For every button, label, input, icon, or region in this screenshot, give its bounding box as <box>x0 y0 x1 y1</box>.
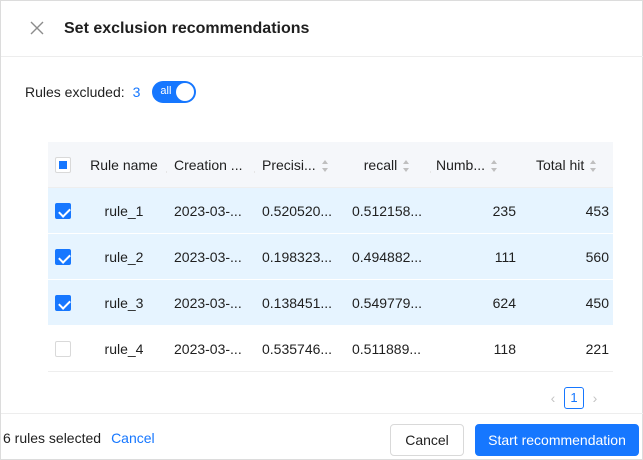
cell-rule-name: rule_1 <box>104 202 144 219</box>
table-row[interactable]: rule_1 2023-03-... 0.520520... 0.512158... 2… <box>48 188 613 234</box>
cell-recall: 0.512158... <box>352 202 423 219</box>
close-icon[interactable] <box>29 20 47 38</box>
table-header: Rule name Creation ... Precisi... recall… <box>48 142 613 188</box>
sort-icon[interactable] <box>491 159 498 172</box>
clear-selection-link[interactable]: Cancel <box>111 430 155 446</box>
sort-icon[interactable] <box>321 159 329 172</box>
selection-summary: 6 rules selected Cancel <box>3 430 155 446</box>
table-row[interactable]: rule_2 2023-03-... 0.198323... 0.494882... 1… <box>48 234 613 280</box>
table-row[interactable]: rule_3 2023-03-... 0.138451... 0.549779... 6… <box>48 280 613 326</box>
header-checkbox-cell <box>48 156 82 174</box>
page-number-button[interactable]: 1 <box>564 387 584 409</box>
column-header-recall[interactable]: recall <box>344 157 430 173</box>
select-all-checkbox[interactable] <box>55 157 71 174</box>
next-page-icon[interactable]: › <box>588 386 602 410</box>
cell-creation: 2023-03-... <box>174 202 242 219</box>
row-checkbox-cell <box>48 294 82 312</box>
rules-table: Rule name Creation ... Precisi... recall… <box>48 142 613 372</box>
column-header-rule-name: Rule name <box>90 156 158 173</box>
row-checkbox-cell <box>48 248 82 266</box>
cell-precision: 0.138451... <box>262 294 333 311</box>
cell-number: 235 <box>492 202 516 219</box>
cell-precision: 0.198323... <box>262 248 333 265</box>
sort-icon[interactable] <box>403 159 410 172</box>
all-toggle-label: all <box>160 85 172 97</box>
column-header-creation: Creation ... <box>166 157 254 173</box>
exclusion-dialog: Set exclusion recommendations Rules excl… <box>0 0 643 460</box>
row-checkbox[interactable] <box>55 341 71 358</box>
cell-number: 111 <box>494 248 516 265</box>
pagination: ‹ 1 › <box>546 386 602 410</box>
rules-excluded-summary: Rules excluded: 3 all <box>25 81 197 103</box>
all-toggle[interactable]: all <box>152 81 197 103</box>
toggle-knob <box>176 83 195 101</box>
cell-total-hit: 450 <box>585 294 609 311</box>
cell-precision: 0.535746... <box>262 340 333 357</box>
cell-creation: 2023-03-... <box>174 248 242 265</box>
cell-recall: 0.494882... <box>352 248 423 265</box>
selected-count-text: 6 rules selected <box>3 430 102 446</box>
cell-total-hit: 221 <box>585 340 609 357</box>
start-recommendation-button[interactable]: Start recommendation <box>475 424 639 456</box>
row-checkbox[interactable] <box>55 295 71 312</box>
cancel-button[interactable]: Cancel <box>390 424 464 456</box>
row-checkbox[interactable] <box>55 203 71 220</box>
rules-excluded-count: 3 <box>132 84 141 100</box>
row-checkbox-cell <box>48 340 82 358</box>
column-header-total-hit[interactable]: Total hit <box>522 157 613 173</box>
table-body: rule_1 2023-03-... 0.520520... 0.512158... 2… <box>48 188 613 372</box>
cell-number: 624 <box>492 294 516 311</box>
column-header-number[interactable]: Numb... <box>430 157 522 173</box>
sort-icon[interactable] <box>590 159 597 172</box>
prev-page-icon[interactable]: ‹ <box>546 386 560 410</box>
dialog-footer: 6 rules selected Cancel Cancel Start reco… <box>1 413 643 460</box>
dialog-title: Set exclusion recommendations <box>64 20 310 37</box>
cell-number: 118 <box>493 340 516 357</box>
cell-recall: 0.511889... <box>352 340 422 357</box>
row-checkbox-cell <box>48 202 82 220</box>
column-header-precision[interactable]: Precisi... <box>254 157 344 173</box>
cell-total-hit: 560 <box>585 248 609 265</box>
cell-recall: 0.549779... <box>352 294 423 311</box>
cell-precision: 0.520520... <box>262 202 333 219</box>
cell-creation: 2023-03-... <box>174 340 242 357</box>
cell-total-hit: 453 <box>585 202 609 219</box>
cell-creation: 2023-03-... <box>174 294 242 311</box>
cell-rule-name: rule_4 <box>104 340 144 357</box>
dialog-header: Set exclusion recommendations <box>1 1 643 57</box>
rules-excluded-label: Rules excluded: <box>25 84 125 100</box>
row-checkbox[interactable] <box>55 249 71 266</box>
table-row[interactable]: rule_4 2023-03-... 0.535746... 0.511889... 1… <box>48 326 613 372</box>
cell-rule-name: rule_3 <box>104 294 144 311</box>
cell-rule-name: rule_2 <box>104 248 144 265</box>
